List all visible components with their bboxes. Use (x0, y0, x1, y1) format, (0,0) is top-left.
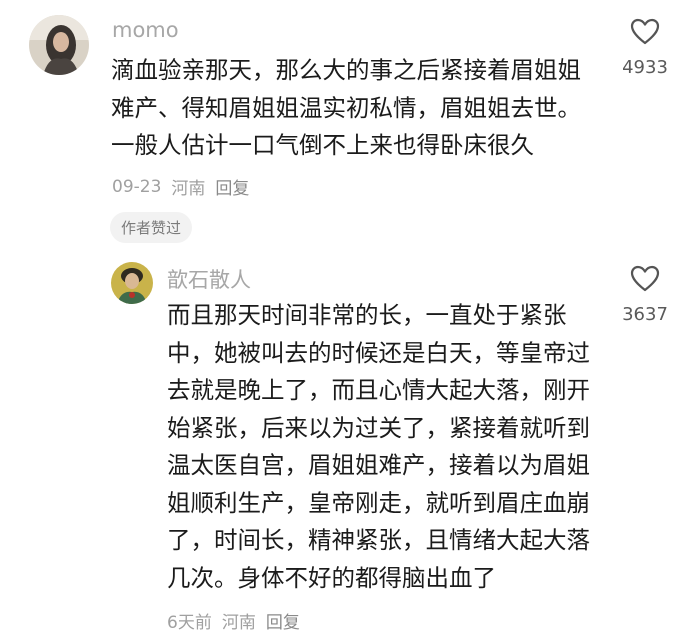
comment-meta: 6天前 河南 回复 (167, 608, 310, 633)
like-count: 3637 (622, 304, 668, 325)
comment-line: 滴血验亲那天，那么大的事之后紧接着眉姐姐 (111, 56, 581, 84)
avatar[interactable] (111, 262, 153, 304)
comment-date: 6天前 (167, 613, 212, 633)
comment-meta: 09-23 河南 回复 (112, 174, 259, 200)
comment-line: 几次。身体不好的都得脑出血了 (167, 563, 496, 592)
comment-line: 难产、得知眉姐姐温实初私情，眉姐姐去世。 (111, 93, 581, 122)
heart-icon[interactable] (630, 18, 660, 45)
comment-username[interactable]: 歆石散人 (167, 264, 251, 294)
like-button[interactable]: 3637 (610, 265, 680, 325)
comment-line: 温太医自宫，眉姐姐难产，接着以为眉姐 (167, 451, 590, 479)
comment-line: 中，她被叫去的时候还是白天，等皇帝过 (167, 338, 590, 367)
comment-line: 而且那天时间非常的长，一直处于紧张 (167, 301, 567, 329)
comment-line: 一般人估计一口气倒不上来也得卧床很久 (111, 131, 534, 159)
comment-location: 河南 (221, 613, 256, 633)
comment-username[interactable]: momo (112, 18, 179, 42)
comment-location: 河南 (171, 179, 206, 199)
heart-icon[interactable] (630, 265, 660, 292)
comment-text: 而且那天时间非常的长，一直处于紧张 中，她被叫去的时候还是白天，等皇帝过 去就是… (167, 297, 590, 597)
like-count: 4933 (622, 57, 668, 78)
reply-button[interactable]: 回复 (215, 174, 249, 199)
comment-line: 了，时间长，精神紧张，且情绪大起大落 (167, 526, 590, 554)
comment-date: 09-23 (112, 176, 162, 197)
comment-line: 去就是晚上了，而且心情大起大落，刚开 (167, 376, 590, 404)
user-photo-icon (29, 15, 89, 75)
comment-line: 始紧张，后来以为过关了，紧接着就听到 (167, 413, 590, 442)
reply-button[interactable]: 回复 (266, 608, 300, 633)
user-painting-icon (111, 262, 153, 304)
comment-line: 姐顺利生产，皇帝刚走，就听到眉庄血崩 (167, 488, 590, 517)
author-liked-badge: 作者赞过 (110, 212, 193, 243)
like-button[interactable]: 4933 (610, 18, 680, 78)
comment-text: 滴血验亲那天，那么大的事之后紧接着眉姐姐 难产、得知眉姐姐温实初私情，眉姐姐去世… (111, 52, 581, 165)
avatar[interactable] (29, 15, 89, 75)
